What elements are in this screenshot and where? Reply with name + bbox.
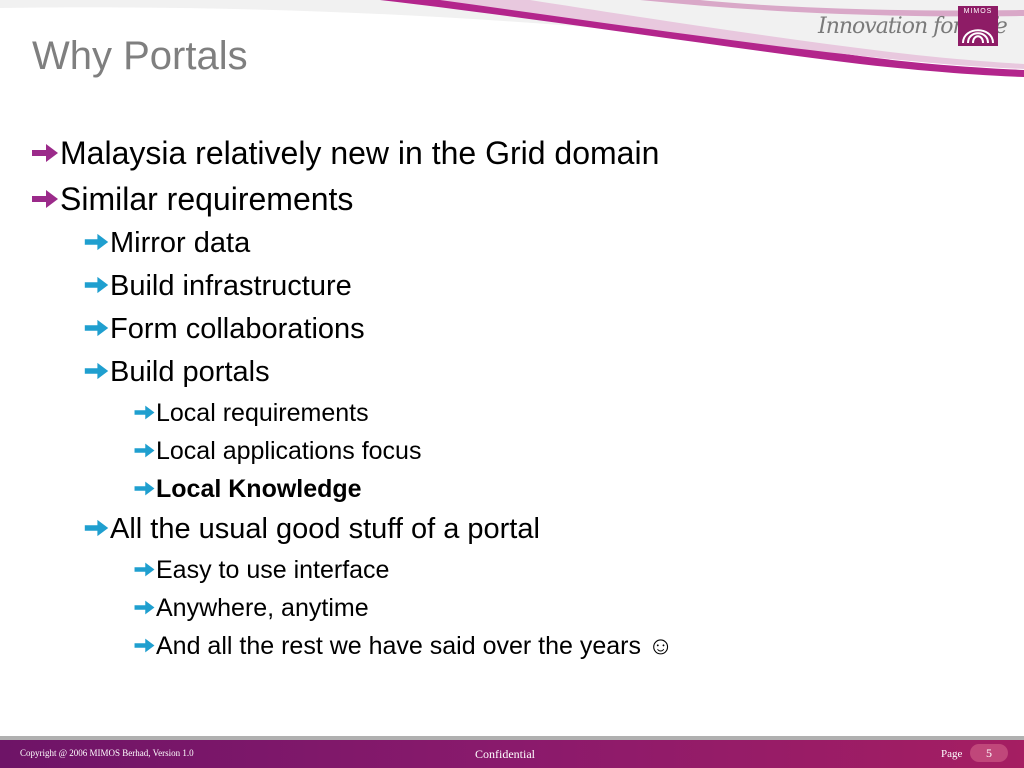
bullet-item-level3: Local Knowledge — [30, 470, 673, 508]
arrow-right-icon — [133, 589, 156, 627]
arrow-right-icon — [83, 265, 110, 308]
bullet-text: Malaysia relatively new in the Grid doma… — [60, 135, 660, 171]
bullet-item-level3: And all the rest we have said over the y… — [30, 627, 673, 665]
bullet-text: Form collaborations — [110, 313, 365, 345]
arch-icon — [962, 29, 994, 44]
footer-bar: Copyright @ 2006 MIMOS Berhad, Version 1… — [0, 740, 1024, 768]
bullet-item-level2: Mirror data — [30, 222, 673, 265]
bullet-text: Similar requirements — [60, 181, 354, 217]
arrow-right-icon — [133, 551, 156, 589]
bullet-item-level2: Build portals — [30, 351, 673, 394]
slide-title: Why Portals — [32, 34, 248, 78]
bullet-text: Anywhere, anytime — [156, 594, 369, 622]
bullet-text: Mirror data — [110, 227, 251, 259]
bullet-list: Malaysia relatively new in the Grid doma… — [30, 130, 673, 665]
arrow-right-icon — [133, 470, 156, 508]
mimos-logo: MIMOS — [958, 6, 998, 46]
bullet-text: And all the rest we have said over the y… — [156, 632, 674, 660]
logo-text: MIMOS — [963, 8, 993, 15]
footer-page-label: Page — [941, 748, 963, 760]
arrow-right-icon — [133, 627, 156, 665]
arrow-right-icon — [133, 394, 156, 432]
arrow-right-icon — [83, 351, 110, 394]
bullet-item-level1: Similar requirements — [30, 176, 673, 222]
bullet-item-level2: All the usual good stuff of a portal — [30, 508, 673, 551]
bullet-item-level3: Anywhere, anytime — [30, 589, 673, 627]
bullet-text: Local requirements — [156, 399, 369, 427]
arrow-right-icon — [133, 432, 156, 470]
bullet-text: Build infrastructure — [110, 270, 352, 302]
footer-confidential: Confidential — [475, 747, 535, 761]
bullet-item-level2: Build infrastructure — [30, 265, 673, 308]
bullet-item-level3: Easy to use interface — [30, 551, 673, 589]
bullet-text: Local Knowledge — [156, 475, 362, 503]
footer-page-number: 5 — [970, 744, 1008, 762]
arrow-right-icon — [83, 222, 110, 265]
arrow-right-icon — [30, 130, 60, 176]
bullet-text: Local applications focus — [156, 437, 422, 465]
bullet-text: All the usual good stuff of a portal — [110, 513, 540, 545]
bullet-item-level3: Local applications focus — [30, 432, 673, 470]
bullet-item-level2: Form collaborations — [30, 308, 673, 351]
bullet-text: Build portals — [110, 356, 270, 388]
bullet-item-level3: Local requirements — [30, 394, 673, 432]
bullet-item-level1: Malaysia relatively new in the Grid doma… — [30, 130, 673, 176]
arrow-right-icon — [83, 508, 110, 551]
bullet-text: Easy to use interface — [156, 556, 390, 584]
arrow-right-icon — [83, 308, 110, 351]
arrow-right-icon — [30, 176, 60, 222]
